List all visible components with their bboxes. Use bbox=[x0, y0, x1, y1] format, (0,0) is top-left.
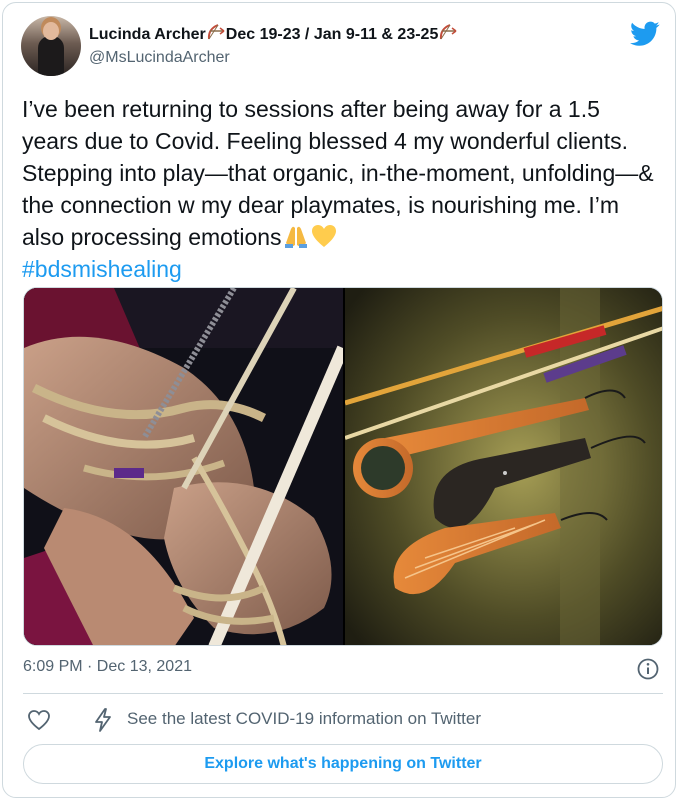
folded-hands-icon bbox=[284, 226, 307, 248]
twitter-bird-icon[interactable] bbox=[630, 21, 660, 47]
avatar-figure bbox=[38, 36, 64, 76]
explore-button[interactable]: Explore what's happening on Twitter bbox=[23, 744, 663, 784]
lightning-bolt-icon[interactable] bbox=[92, 707, 114, 733]
author-name-suffix: Dec 19-23 / Jan 9-11 & 23-25 bbox=[225, 26, 439, 43]
tweet-timestamp[interactable]: 6:09 PM · Dec 13, 2021 bbox=[23, 658, 192, 676]
bow-icon bbox=[207, 24, 225, 40]
tweet-card: Lucinda Archer Dec 19-23 / Jan 9-11 & 23-… bbox=[2, 2, 676, 798]
heart-outline-icon[interactable] bbox=[27, 709, 51, 731]
divider bbox=[23, 693, 663, 694]
tweet-text: I’ve been returning to sessions after be… bbox=[22, 93, 662, 285]
avatar[interactable] bbox=[21, 16, 81, 76]
author-name-text: Lucinda Archer bbox=[89, 26, 206, 43]
covid-info-link[interactable]: See the latest COVID-19 information on T… bbox=[127, 709, 481, 729]
bow-icon bbox=[440, 24, 457, 40]
author-handle[interactable]: @MsLucindaArcher bbox=[89, 49, 230, 67]
info-icon[interactable] bbox=[636, 657, 660, 681]
media-grid bbox=[23, 287, 663, 646]
avatar-head bbox=[43, 22, 59, 40]
photo-impact-toys[interactable] bbox=[345, 288, 663, 646]
tweet-body: I’ve been returning to sessions after be… bbox=[22, 96, 654, 250]
photo-rope-bondage[interactable] bbox=[24, 288, 343, 646]
yellow-heart-icon bbox=[311, 225, 336, 247]
author-display-name[interactable]: Lucinda Archer Dec 19-23 / Jan 9-11 & 23-… bbox=[89, 23, 458, 44]
hashtag-link[interactable]: #bdsmishealing bbox=[22, 256, 182, 282]
